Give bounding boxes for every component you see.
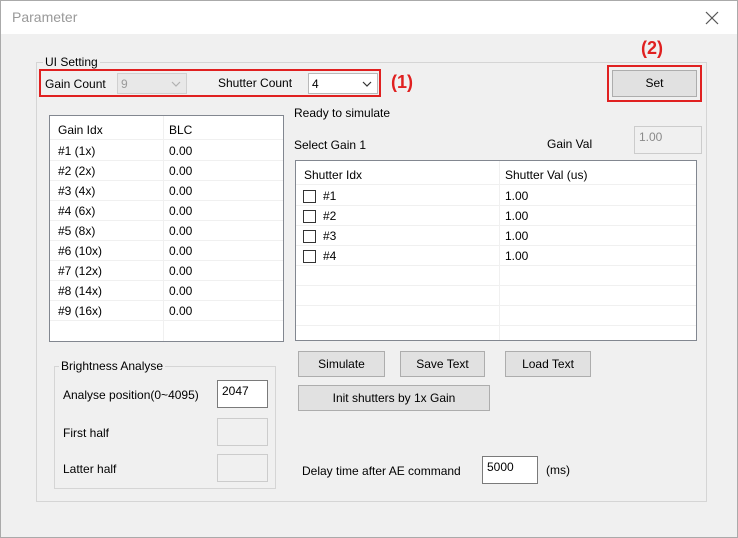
shutter-val-cell: 1.00	[505, 189, 529, 203]
table-row[interactable]: #9 (16x) 0.00	[50, 301, 283, 321]
blc-cell: 0.00	[169, 164, 193, 178]
column-header-gain-idx[interactable]: Gain Idx	[58, 123, 103, 137]
shutter-idx-cell: #3	[323, 229, 337, 243]
delay-time-label: Delay time after AE command	[302, 464, 461, 478]
init-shutters-button-label: Init shutters by 1x Gain	[332, 391, 456, 405]
parameter-window: Parameter UI Setting Gain Count 9 Shutte…	[0, 0, 738, 538]
table-header: Gain Idx BLC	[50, 120, 283, 140]
table-row[interactable]: #4 1.00	[296, 246, 696, 266]
shutter-checkbox[interactable]	[303, 250, 316, 263]
table-row	[296, 286, 696, 306]
table-row	[296, 266, 696, 286]
status-text: Ready to simulate	[294, 106, 391, 120]
shutter-checkbox[interactable]	[303, 230, 316, 243]
shutter-count-value: 4	[312, 77, 319, 91]
gain-idx-cell: #9 (16x)	[58, 304, 103, 318]
blc-cell: 0.00	[169, 284, 193, 298]
close-button[interactable]	[697, 5, 727, 31]
table-row[interactable]: #1 (1x) 0.00	[50, 141, 283, 161]
gain-idx-cell: #6 (10x)	[58, 244, 103, 258]
load-text-button-label: Load Text	[522, 357, 574, 371]
shutter-checkbox[interactable]	[303, 190, 316, 203]
column-header-blc[interactable]: BLC	[169, 123, 192, 137]
table-header: Shutter Idx Shutter Val (us)	[296, 165, 696, 185]
latter-half-label: Latter half	[63, 462, 117, 476]
table-row[interactable]: #3 (4x) 0.00	[50, 181, 283, 201]
chevron-down-icon	[362, 81, 372, 87]
table-row[interactable]: #6 (10x) 0.00	[50, 241, 283, 261]
analyse-position-field[interactable]: 2047	[217, 380, 268, 408]
first-half-field[interactable]	[217, 418, 268, 446]
blc-cell: 0.00	[169, 184, 193, 198]
table-row	[296, 306, 696, 326]
analyse-position-value: 2047	[222, 384, 249, 398]
init-shutters-button[interactable]: Init shutters by 1x Gain	[298, 385, 490, 411]
gain-table[interactable]: Gain Idx BLC #1 (1x) 0.00 #2 (2x) 0.00 #…	[49, 115, 284, 342]
gain-idx-cell: #5 (8x)	[58, 224, 96, 238]
gain-idx-cell: #8 (14x)	[58, 284, 103, 298]
shutter-idx-cell: #1	[323, 189, 337, 203]
brightness-analyse-label: Brightness Analyse	[59, 359, 166, 373]
gain-idx-cell: #7 (12x)	[58, 264, 103, 278]
blc-cell: 0.00	[169, 224, 193, 238]
blc-cell: 0.00	[169, 244, 193, 258]
shutter-count-select[interactable]: 4	[308, 73, 378, 94]
gain-val-value: 1.00	[639, 130, 663, 144]
gain-count-label: Gain Count	[45, 77, 106, 91]
blc-cell: 0.00	[169, 144, 193, 158]
simulate-button[interactable]: Simulate	[298, 351, 385, 377]
analyse-position-label: Analyse position(0~4095)	[63, 388, 199, 402]
shutter-val-cell: 1.00	[505, 249, 529, 263]
gain-idx-cell: #2 (2x)	[58, 164, 96, 178]
delay-time-value: 5000	[487, 460, 514, 474]
blc-cell: 0.00	[169, 204, 193, 218]
table-row[interactable]: #7 (12x) 0.00	[50, 261, 283, 281]
gain-count-value: 9	[121, 77, 128, 91]
simulate-button-label: Simulate	[318, 357, 365, 371]
first-half-label: First half	[63, 426, 110, 440]
column-header-shutter-idx[interactable]: Shutter Idx	[304, 168, 362, 182]
gain-val-field[interactable]: 1.00	[634, 126, 702, 154]
shutter-checkbox[interactable]	[303, 210, 316, 223]
gain-val-label: Gain Val	[547, 137, 593, 151]
shutter-val-cell: 1.00	[505, 209, 529, 223]
shutter-idx-cell: #2	[323, 209, 337, 223]
save-text-button[interactable]: Save Text	[400, 351, 485, 377]
column-header-shutter-val[interactable]: Shutter Val (us)	[505, 168, 587, 182]
delay-time-field[interactable]: 5000	[482, 456, 538, 484]
delay-unit-label: (ms)	[546, 463, 570, 477]
set-button-label: Set	[645, 76, 664, 90]
table-row[interactable]: #2 (2x) 0.00	[50, 161, 283, 181]
table-row[interactable]: #4 (6x) 0.00	[50, 201, 283, 221]
ui-setting-label: UI Setting	[43, 55, 100, 69]
table-row[interactable]: #8 (14x) 0.00	[50, 281, 283, 301]
shutter-idx-cell: #4	[323, 249, 337, 263]
shutter-count-label: Shutter Count	[218, 76, 293, 90]
gain-idx-cell: #1 (1x)	[58, 144, 96, 158]
window-title: Parameter	[12, 9, 78, 25]
set-button[interactable]: Set	[612, 70, 697, 97]
annotation-label-2: (2)	[641, 38, 663, 58]
latter-half-field[interactable]	[217, 454, 268, 482]
title-bar: Parameter	[1, 1, 737, 34]
table-row[interactable]: #5 (8x) 0.00	[50, 221, 283, 241]
gain-idx-cell: #4 (6x)	[58, 204, 96, 218]
select-gain-label: Select Gain 1	[294, 138, 367, 152]
table-row[interactable]: #2 1.00	[296, 206, 696, 226]
table-row[interactable]: #3 1.00	[296, 226, 696, 246]
annotation-label-1: (1)	[391, 72, 413, 92]
shutter-table[interactable]: Shutter Idx Shutter Val (us) #1 1.00 #2 …	[295, 160, 697, 341]
blc-cell: 0.00	[169, 264, 193, 278]
shutter-val-cell: 1.00	[505, 229, 529, 243]
load-text-button[interactable]: Load Text	[505, 351, 591, 377]
chevron-down-icon	[171, 81, 181, 87]
gain-idx-cell: #3 (4x)	[58, 184, 96, 198]
save-text-button-label: Save Text	[416, 357, 469, 371]
gain-count-select[interactable]: 9	[117, 73, 187, 94]
close-icon	[705, 11, 719, 25]
table-row[interactable]: #1 1.00	[296, 186, 696, 206]
blc-cell: 0.00	[169, 304, 193, 318]
